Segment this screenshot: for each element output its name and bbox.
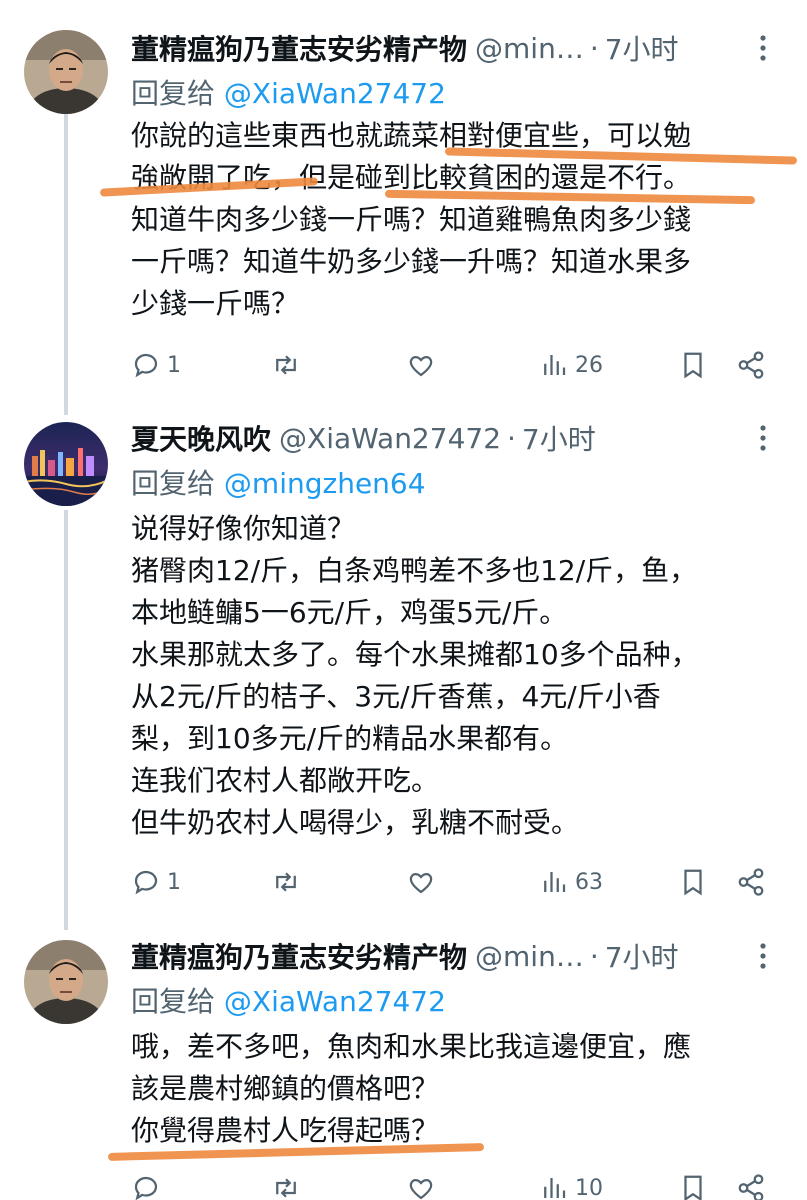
text-line: 哦，差不多吧，魚肉和水果比我這邊便宜，應	[131, 1030, 692, 1063]
text-line: 但牛奶农村人喝得少，乳糖不耐受。	[131, 806, 580, 839]
reply-label: 回复给	[131, 77, 216, 110]
tweet-header: 董精瘟狗乃董志安劣精产物 @min… · 7小时	[131, 936, 679, 976]
timestamp[interactable]: 7小时	[522, 418, 596, 458]
bookmark-button[interactable]	[678, 862, 708, 902]
retweet-icon	[276, 1178, 296, 1198]
share-button[interactable]	[736, 862, 766, 902]
reply-count: 1	[167, 352, 181, 378]
tweet[interactable]: 董精瘟狗乃董志安劣精产物 @min… · 7小时 回复给 @XiaWan2747…	[0, 0, 807, 410]
reply-context: 回复给 @XiaWan27472	[131, 980, 446, 1020]
like-button[interactable]	[406, 862, 436, 902]
user-handle[interactable]: @XiaWan27472	[279, 422, 501, 455]
tweet-text: 哦，差不多吧，魚肉和水果比我這邊便宜，應 該是農村鄉鎮的價格吧？ 你覺得農村人吃…	[131, 1026, 781, 1152]
views-icon	[544, 355, 566, 375]
share-button[interactable]	[736, 345, 766, 385]
retweet-button[interactable]	[271, 345, 301, 385]
reply-label: 回复给	[131, 467, 216, 500]
text-line: 梨，到10多元/斤的精品水果都有。	[131, 722, 569, 755]
avatar[interactable]	[24, 30, 108, 114]
display-name[interactable]: 董精瘟狗乃董志安劣精产物	[131, 936, 467, 976]
views-count: 26	[575, 352, 603, 378]
timestamp[interactable]: 7小时	[605, 28, 679, 68]
avatar[interactable]	[24, 940, 108, 1024]
bookmark-icon	[684, 869, 702, 896]
like-button[interactable]	[406, 345, 436, 385]
more-icon[interactable]	[747, 936, 779, 976]
reply-icon	[134, 353, 158, 378]
more-icon[interactable]	[747, 28, 779, 68]
text-line: 知道牛肉多少錢一斤嗎？知道雞鴨魚肉多少錢	[131, 203, 692, 236]
views-button[interactable]: 63	[539, 862, 603, 902]
views-button[interactable]: 10	[539, 1168, 603, 1200]
separator-dot: ·	[507, 421, 516, 455]
user-handle[interactable]: @min…	[475, 32, 584, 65]
like-icon	[409, 1178, 433, 1200]
text-line: 说得好像你知道？	[131, 512, 356, 545]
tweet-text: 说得好像你知道？ 猪臀肉12/斤，白条鸡鸭差不多也12/斤，鱼， 本地鲢鳙5一6…	[131, 508, 781, 844]
display-name[interactable]: 董精瘟狗乃董志安劣精产物	[131, 28, 467, 68]
text-line: 猪臀肉12/斤，白条鸡鸭差不多也12/斤，鱼，	[131, 554, 698, 587]
like-icon	[409, 872, 433, 894]
city-night-avatar-image	[24, 422, 108, 506]
views-icon	[544, 1178, 566, 1198]
tweet-actions: 10	[131, 1168, 781, 1200]
reply-icon	[134, 1176, 158, 1200]
separator-dot: ·	[589, 31, 599, 65]
reply-context: 回复给 @mingzhen64	[131, 462, 426, 502]
views-count: 63	[575, 869, 603, 895]
mention-link[interactable]: @mingzhen64	[224, 467, 426, 500]
text-line: 水果那就太多了。每个水果摊都10多个品种，	[131, 638, 699, 671]
reply-button[interactable]	[131, 1168, 167, 1200]
reply-button[interactable]: 1	[131, 862, 181, 902]
text-line: 該是農村鄉鎮的價格吧？	[131, 1072, 440, 1105]
timestamp[interactable]: 7小时	[605, 936, 679, 976]
bookmark-button[interactable]	[678, 1168, 708, 1200]
retweet-button[interactable]	[271, 1168, 301, 1200]
retweet-icon	[276, 872, 296, 892]
reply-label: 回复给	[131, 985, 216, 1018]
reply-count: 1	[167, 869, 181, 895]
text-line: 少錢一斤嗎？	[131, 287, 300, 320]
reply-button[interactable]: 1	[131, 345, 181, 385]
views-count: 10	[575, 1175, 603, 1200]
tweet[interactable]: 董精瘟狗乃董志安劣精产物 @min… · 7小时 回复给 @XiaWan2747…	[0, 930, 807, 1200]
man-avatar-image	[24, 940, 108, 1024]
more-icon[interactable]	[747, 418, 779, 458]
tweet-actions: 1 63	[131, 862, 781, 902]
bookmark-icon	[684, 352, 702, 379]
text-line: 从2元/斤的桔子、3元/斤香蕉，4元/斤小香	[131, 680, 661, 713]
bookmark-button[interactable]	[678, 345, 708, 385]
mention-link[interactable]: @XiaWan27472	[224, 77, 446, 110]
user-handle[interactable]: @min…	[475, 940, 584, 973]
like-icon	[409, 355, 433, 377]
text-line: 一斤嗎？知道牛奶多少錢一升嗎？知道水果多	[131, 245, 692, 278]
text-line: 连我们农村人都敞开吃。	[131, 764, 440, 797]
tweet-header: 夏天晚风吹 @XiaWan27472 · 7小时	[131, 418, 596, 458]
tweet-header: 董精瘟狗乃董志安劣精产物 @min… · 7小时	[131, 28, 679, 68]
like-button[interactable]	[406, 1168, 436, 1200]
man-avatar-image	[24, 30, 108, 114]
separator-dot: ·	[589, 939, 599, 973]
retweet-icon	[276, 355, 296, 375]
share-icon	[738, 868, 764, 896]
share-button[interactable]	[736, 1168, 766, 1200]
text-line: 本地鲢鳙5一6元/斤，鸡蛋5元/斤。	[131, 596, 568, 629]
share-icon	[738, 1174, 764, 1200]
views-button[interactable]: 26	[539, 345, 603, 385]
reply-icon	[134, 870, 158, 895]
retweet-button[interactable]	[271, 862, 301, 902]
reply-context: 回复给 @XiaWan27472	[131, 72, 446, 112]
mention-link[interactable]: @XiaWan27472	[224, 985, 446, 1018]
display-name[interactable]: 夏天晚风吹	[131, 418, 271, 458]
bookmark-icon	[684, 1175, 702, 1200]
tweet[interactable]: 夏天晚风吹 @XiaWan27472 · 7小时 回复给 @mingzhen64…	[0, 410, 807, 930]
tweet-text: 你說的這些東西也就蔬菜相對便宜些，可以勉 強敞開了吃，但是碰到比較貧困的還是不行…	[131, 115, 781, 325]
share-icon	[738, 351, 764, 379]
tweet-actions: 1 26	[131, 345, 781, 385]
views-icon	[544, 872, 566, 892]
avatar[interactable]	[24, 422, 108, 506]
